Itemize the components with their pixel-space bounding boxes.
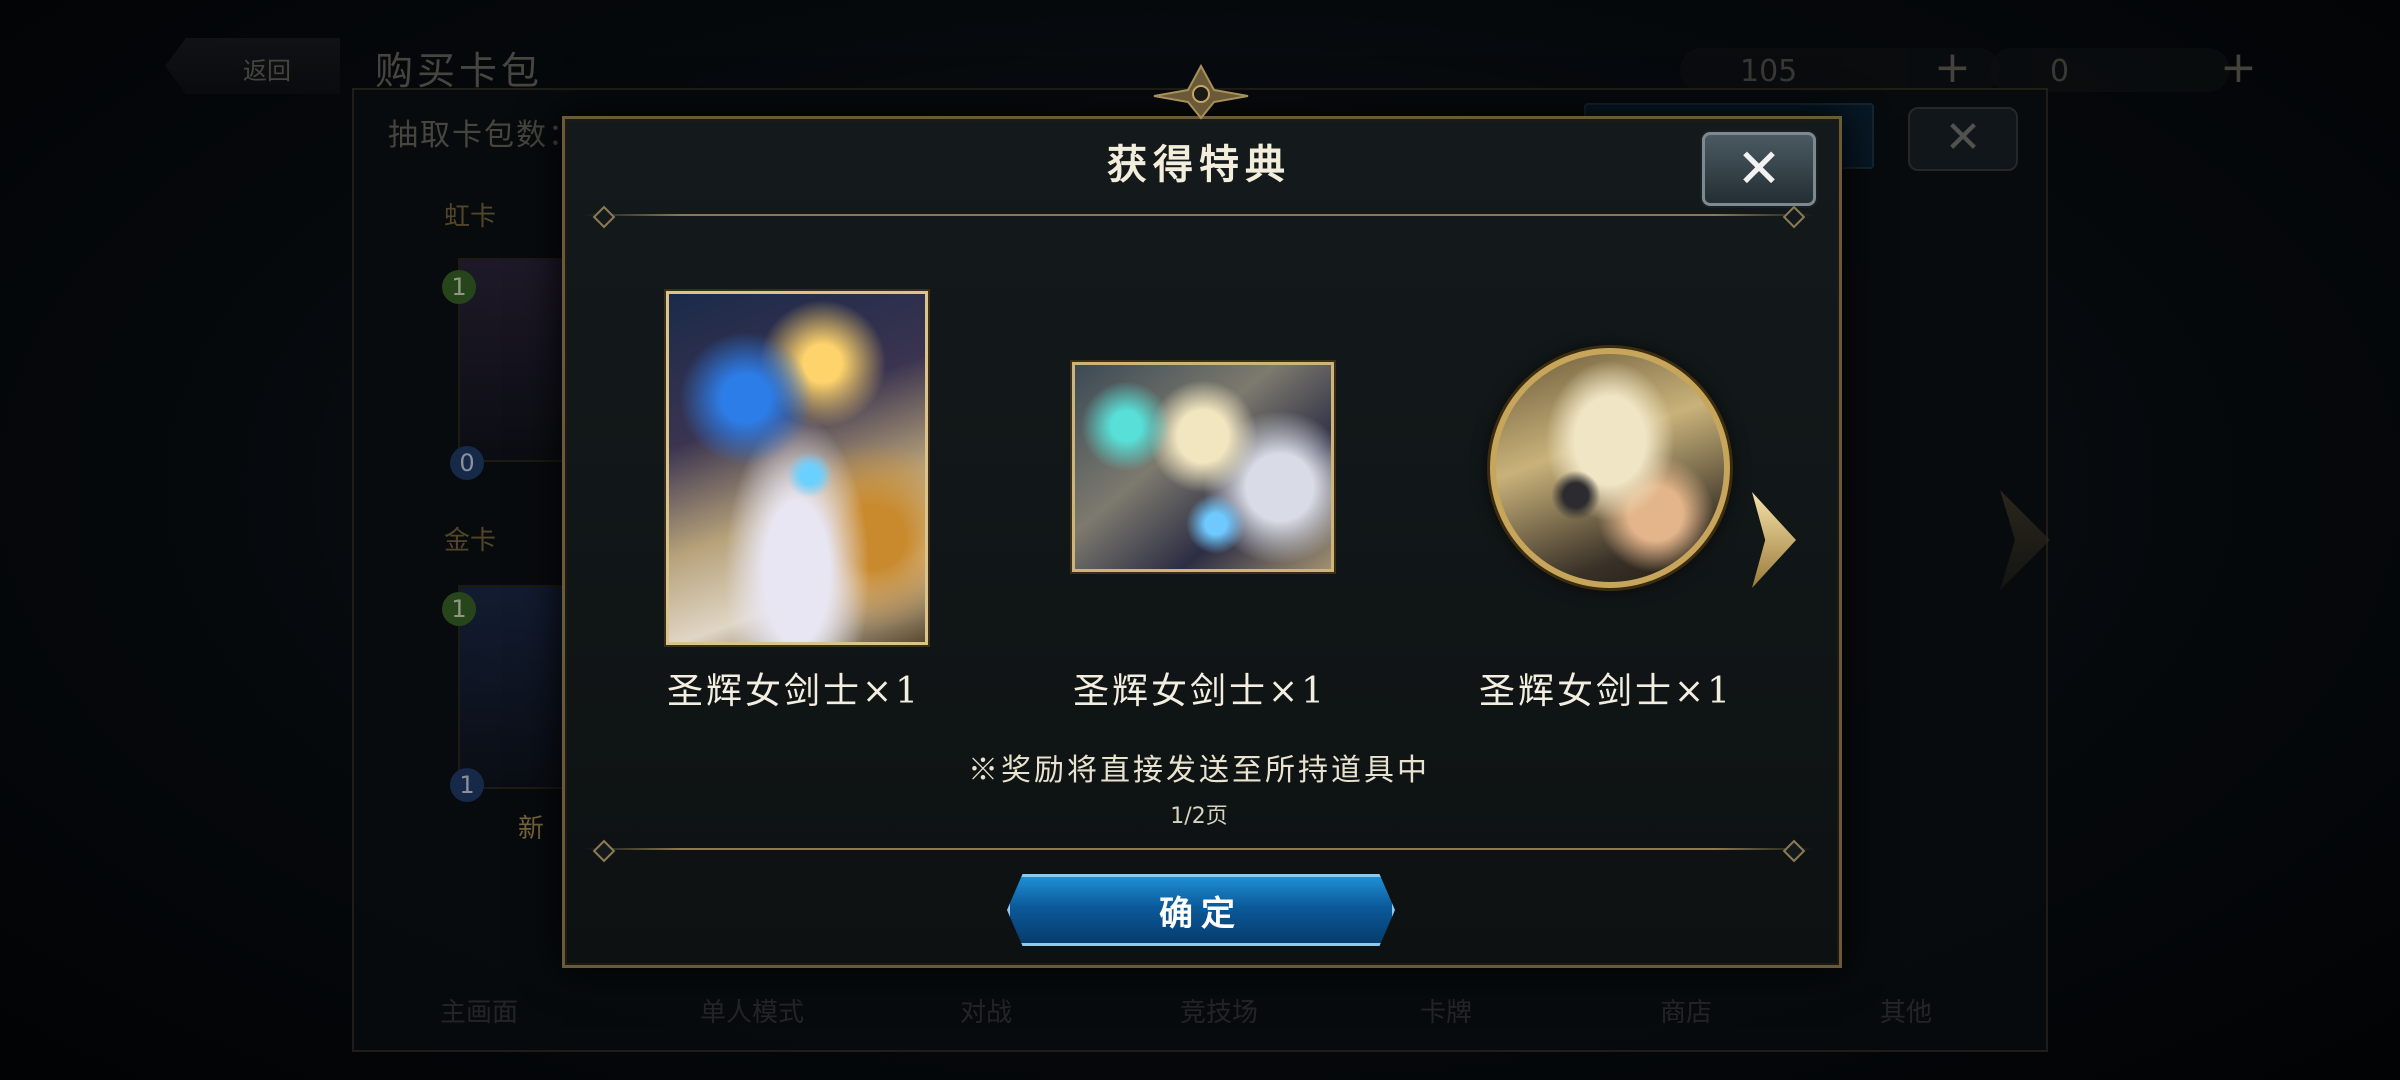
reward-emblem-image[interactable] <box>1490 348 1730 588</box>
crest-ornament-icon <box>1153 63 1249 120</box>
reward-sleeve-image[interactable] <box>1072 362 1334 572</box>
reward-card-image[interactable] <box>666 291 928 645</box>
close-button[interactable]: ✕ <box>1702 132 1816 206</box>
page-indicator: 1/2页 <box>1170 804 1228 829</box>
title-divider <box>584 214 1814 216</box>
bottom-divider <box>584 848 1814 850</box>
reward-label-emblem: 圣辉女剑士×1 <box>1478 671 1734 712</box>
confirm-button-label: 确定 <box>1159 893 1243 934</box>
reward-notice: ※奖励将直接发送至所持道具中 <box>968 753 1430 788</box>
close-x-icon: ✕ <box>1736 137 1782 200</box>
dialog-title: 获得特典 <box>1107 141 1291 188</box>
reward-label-card: 圣辉女剑士×1 <box>666 671 922 712</box>
confirm-button[interactable]: 确定 <box>1007 874 1395 946</box>
reward-label-sleeve: 圣辉女剑士×1 <box>1072 671 1328 712</box>
